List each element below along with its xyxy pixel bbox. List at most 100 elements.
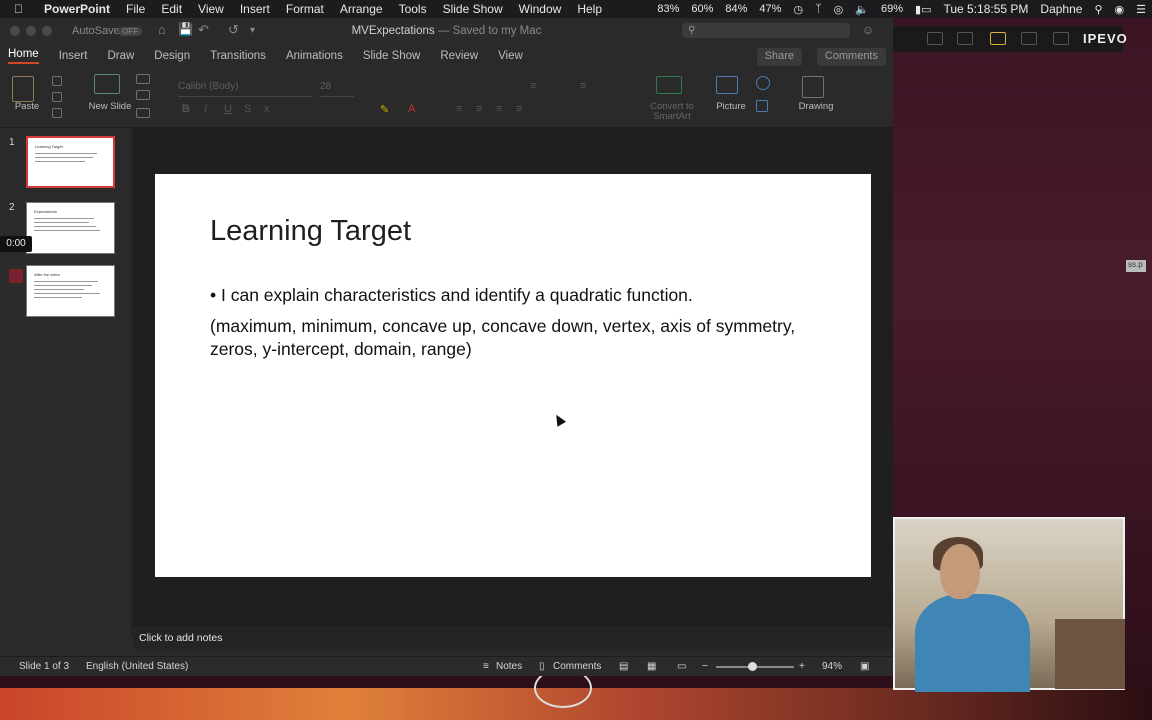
paste-icon[interactable] [12,76,34,102]
tab-insert[interactable]: Insert [59,50,88,62]
thumb-line [35,161,85,162]
comments-toggle-icon[interactable]: ▯ [539,661,545,672]
partial-window-tab[interactable]: ss.p [1126,260,1146,272]
zoom-in-icon[interactable]: + [799,661,805,672]
notes-toggle-icon[interactable]: ≡ [483,661,489,672]
battery-percent[interactable]: 69% [881,3,903,15]
notification-center-icon[interactable]: ☰ [1136,3,1146,16]
pip-icon[interactable] [990,32,1006,45]
zoom-level[interactable]: 94% [822,661,842,672]
siri-icon[interactable]: ◉ [1115,3,1125,16]
font-color-icon[interactable]: A [408,103,415,115]
spotlight-search-icon[interactable]: ⚲ [1094,3,1102,16]
tab-transitions[interactable]: Transitions [210,50,266,62]
volume-icon[interactable]: 🔈 [855,3,869,16]
webcam-preview[interactable] [893,517,1125,692]
camera-settings-icon[interactable] [1053,32,1069,45]
smartart-icon[interactable] [656,76,682,94]
comments-button[interactable]: Comments [816,48,886,66]
share-button[interactable]: Share [756,48,802,66]
tab-home[interactable]: Home [8,48,39,64]
language-status[interactable]: English (United States) [86,661,188,672]
menu-help[interactable]: Help [577,2,602,16]
apple-icon[interactable]:  [14,2,28,16]
status-net[interactable]: 47% [759,3,781,15]
slide-detail-text[interactable]: (maximum, minimum, concave up, concave d… [210,315,810,361]
menu-window[interactable]: Window [519,2,562,16]
split-view-icon[interactable] [957,32,973,45]
status-cpu[interactable]: 83% [657,3,679,15]
slide-sorter-icon[interactable]: ▦ [647,661,656,672]
record-button[interactable] [9,269,23,283]
font-size-input[interactable]: 28 [320,81,354,97]
align-left-icon[interactable]: ≡ [456,103,462,115]
zoom-out-icon[interactable]: − [702,661,708,672]
align-center-icon[interactable]: ≡ [476,103,482,115]
notes-placeholder[interactable]: Click to add notes [139,632,222,644]
italic-icon[interactable]: I [204,103,207,115]
smiley-feedback-icon[interactable]: ☺ [862,23,874,37]
add-window-icon[interactable] [1021,32,1037,45]
zoom-slider-handle[interactable] [748,662,757,671]
tab-slide-show[interactable]: Slide Show [363,50,421,62]
bluetooth-icon[interactable]: ᛉ [815,3,822,15]
popout-icon[interactable] [927,32,943,45]
menu-tools[interactable]: Tools [399,2,427,16]
search-document-input[interactable]: ⚲ [682,23,850,38]
menu-insert[interactable]: Insert [240,2,270,16]
slide-thumbnail-1[interactable]: Learning Target [26,136,115,188]
menu-slide-show[interactable]: Slide Show [443,2,503,16]
menu-format[interactable]: Format [286,2,324,16]
tab-view[interactable]: View [498,50,523,62]
copy-icon[interactable] [52,92,62,102]
layout-icon[interactable] [136,74,150,84]
tab-design[interactable]: Design [154,50,190,62]
status-mem[interactable]: 60% [691,3,713,15]
bullets-icon[interactable]: ≡ [530,80,536,92]
battery-icon[interactable]: ▮▭ [915,3,931,16]
slide-bullet[interactable]: • I can explain characteristics and iden… [210,285,693,306]
bold-icon[interactable]: B [182,103,190,115]
user-name[interactable]: Daphne [1040,2,1082,16]
notes-toggle-label[interactable]: Notes [496,661,522,672]
menu-edit[interactable]: Edit [161,2,182,16]
numbering-icon[interactable]: ≡ [580,80,586,92]
fit-to-window-icon[interactable]: ▣ [860,661,869,672]
underline-icon[interactable]: U [224,103,232,115]
shapes-icon[interactable] [756,76,770,90]
new-slide-icon[interactable] [94,74,120,94]
time-machine-icon[interactable]: ◷ [793,3,803,16]
highlight-icon[interactable]: ✎ [380,103,389,116]
font-name-input[interactable]: Calibri (Body) [178,81,313,97]
tab-draw[interactable]: Draw [107,50,134,62]
reading-view-icon[interactable]: ▭ [677,661,686,672]
menu-app-name[interactable]: PowerPoint [44,2,110,16]
menu-arrange[interactable]: Arrange [340,2,383,16]
cut-icon[interactable] [52,76,62,86]
comments-toggle-label[interactable]: Comments [553,661,601,672]
text-box-icon[interactable] [756,100,768,112]
font-size-value: 28 [320,81,332,92]
reset-icon[interactable] [136,90,150,100]
wifi-icon[interactable]: ◎ [834,3,844,16]
slide-thumbnail-2[interactable]: Expectations [26,202,115,254]
subscript-icon[interactable]: x [264,103,270,115]
justify-icon[interactable]: ≡ [516,103,522,115]
slide-thumbnail-3[interactable]: After the video [26,265,115,317]
tab-review[interactable]: Review [440,50,478,62]
current-slide[interactable]: Learning Target • I can explain characte… [155,174,871,577]
drawing-icon[interactable] [802,76,824,98]
section-icon[interactable] [136,108,150,118]
normal-view-icon[interactable]: ▤ [619,661,628,672]
picture-icon[interactable] [716,76,738,94]
format-painter-icon[interactable] [52,108,62,118]
menu-file[interactable]: File [126,2,145,16]
notes-pane[interactable]: Click to add notes [133,625,893,649]
align-right-icon[interactable]: ≡ [496,103,502,115]
clock[interactable]: Tue 5:18:55 PM [943,2,1028,16]
strikethrough-icon[interactable]: S [244,103,251,115]
slide-title[interactable]: Learning Target [210,215,411,248]
tab-animations[interactable]: Animations [286,50,343,62]
menu-view[interactable]: View [198,2,224,16]
status-disk[interactable]: 84% [725,3,747,15]
